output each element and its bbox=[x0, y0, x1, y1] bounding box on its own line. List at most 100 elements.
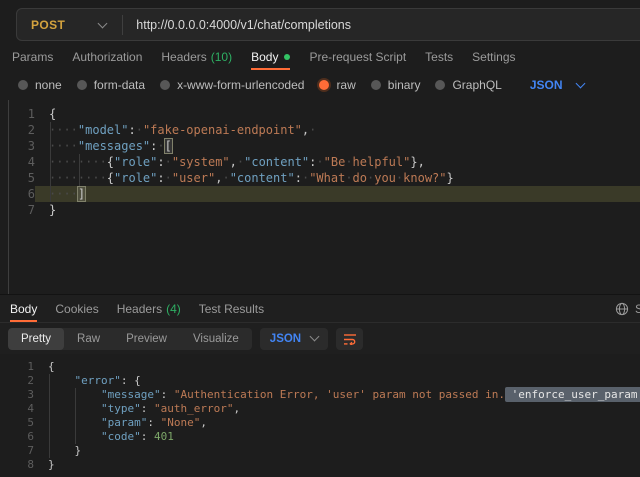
tab-label: Authorization bbox=[72, 50, 142, 64]
response-tab-test-results[interactable]: Test Results bbox=[199, 295, 264, 322]
code-line-7: 7} bbox=[9, 202, 640, 218]
line-number: 6 bbox=[9, 186, 35, 202]
line-number: 3 bbox=[8, 388, 34, 402]
body-type-label: raw bbox=[336, 78, 355, 92]
line-number: 5 bbox=[9, 170, 35, 186]
tab-label: Headers bbox=[161, 50, 206, 64]
request-language-label: JSON bbox=[530, 78, 563, 92]
response-tabs-row: Body Cookies Headers(4) Test Results S bbox=[0, 294, 640, 323]
line-content: { bbox=[34, 360, 640, 374]
line-number: 7 bbox=[9, 202, 35, 218]
tab-headers[interactable]: Headers (10) bbox=[161, 43, 232, 70]
line-number: 7 bbox=[8, 444, 34, 458]
request-language-selector[interactable]: JSON bbox=[530, 78, 584, 92]
code-line-5: 5········{"role":·"user",·"content":·"Wh… bbox=[9, 170, 640, 186]
line-number: 8 bbox=[8, 458, 34, 472]
code-line-6: 6····] bbox=[9, 186, 640, 202]
radio-icon bbox=[160, 80, 170, 90]
tab-authorization[interactable]: Authorization bbox=[72, 43, 142, 70]
tab-tests[interactable]: Tests bbox=[425, 43, 453, 70]
unsaved-dot-icon bbox=[284, 54, 290, 60]
body-type-label: form-data bbox=[94, 78, 145, 92]
word-wrap-icon bbox=[343, 333, 357, 345]
body-type-label: GraphQL bbox=[452, 78, 501, 92]
body-type-label: binary bbox=[388, 78, 421, 92]
response-pane: Body Cookies Headers(4) Test Results S Pret… bbox=[0, 294, 640, 476]
body-type-graphql[interactable]: GraphQL bbox=[435, 78, 501, 92]
method-selector[interactable]: POST bbox=[17, 9, 122, 40]
request-tabs: Params Authorization Headers (10) Body Pre-re… bbox=[0, 43, 640, 70]
tab-settings[interactable]: Settings bbox=[472, 43, 515, 70]
line-number: 6 bbox=[8, 430, 34, 444]
view-tab-preview[interactable]: Preview bbox=[113, 328, 180, 350]
radio-icon bbox=[319, 80, 329, 90]
code-line-1: 1{ bbox=[8, 360, 640, 374]
url-input[interactable]: http://0.0.0.0:4000/v1/chat/completions bbox=[136, 18, 351, 32]
indent-guide bbox=[49, 374, 50, 458]
globe-icon[interactable] bbox=[615, 302, 629, 316]
response-header-right: S bbox=[615, 295, 640, 322]
line-content: "code": 401 bbox=[34, 430, 640, 444]
line-number: 3 bbox=[9, 138, 35, 154]
response-language-label: JSON bbox=[270, 333, 301, 345]
url-bar: POST http://0.0.0.0:4000/v1/chat/complet… bbox=[16, 8, 640, 41]
line-content: } bbox=[34, 444, 640, 458]
view-tab-visualize[interactable]: Visualize bbox=[180, 328, 252, 350]
word-wrap-button[interactable] bbox=[336, 328, 363, 350]
line-number: 4 bbox=[8, 402, 34, 416]
radio-icon bbox=[371, 80, 381, 90]
chevron-down-icon bbox=[310, 332, 320, 342]
response-language-selector[interactable]: JSON bbox=[260, 328, 328, 350]
divider bbox=[122, 15, 123, 35]
code-line-2: 2····"model":·"fake-openai-endpoint",· bbox=[9, 122, 640, 138]
line-number: 5 bbox=[8, 416, 34, 430]
body-type-binary[interactable]: binary bbox=[371, 78, 421, 92]
chevron-down-icon bbox=[575, 78, 585, 88]
line-number: 4 bbox=[9, 154, 35, 170]
tab-label: Body bbox=[10, 302, 37, 316]
body-type-none[interactable]: none bbox=[18, 78, 62, 92]
code-line-4: 4 "type": "auth_error", bbox=[8, 402, 640, 416]
radio-icon bbox=[435, 80, 445, 90]
body-type-x-www-form-urlencoded[interactable]: x-www-form-urlencoded bbox=[160, 78, 304, 92]
view-tab-pretty[interactable]: Pretty bbox=[8, 328, 64, 350]
line-number: 2 bbox=[8, 374, 34, 388]
tab-label: Settings bbox=[472, 50, 515, 64]
tab-pre-request-script[interactable]: Pre-request Script bbox=[309, 43, 406, 70]
code-line-2: 2 "error": { bbox=[8, 374, 640, 388]
line-number: 2 bbox=[9, 122, 35, 138]
body-type-radios: none form-data x-www-form-urlencoded raw bin… bbox=[18, 78, 502, 92]
indent-guide bbox=[50, 122, 51, 202]
tab-label: Body bbox=[251, 50, 278, 64]
tab-params[interactable]: Params bbox=[12, 43, 53, 70]
response-tab-body[interactable]: Body bbox=[10, 295, 37, 322]
postman-app: { "request": { "method": "POST", "url": … bbox=[0, 8, 640, 477]
line-number: 1 bbox=[8, 360, 34, 374]
tab-label: Params bbox=[12, 50, 53, 64]
chevron-down-icon bbox=[98, 18, 108, 28]
code-line-1: 1{ bbox=[9, 106, 640, 122]
method-label: POST bbox=[31, 18, 65, 32]
response-view-switcher: PrettyRawPreviewVisualize bbox=[8, 328, 252, 350]
line-content: } bbox=[35, 202, 640, 218]
body-type-form-data[interactable]: form-data bbox=[77, 78, 145, 92]
body-type-label: none bbox=[35, 78, 62, 92]
line-content: "error": { bbox=[34, 374, 640, 388]
request-body-editor[interactable]: 1{2····"model":·"fake-openai-endpoint",·… bbox=[8, 100, 640, 294]
tab-count-badge: (10) bbox=[211, 50, 232, 64]
code-line-5: 5 "param": "None", bbox=[8, 416, 640, 430]
body-type-row: none form-data x-www-form-urlencoded raw bin… bbox=[0, 70, 640, 100]
response-tab-headers[interactable]: Headers(4) bbox=[117, 295, 181, 322]
radio-icon bbox=[77, 80, 87, 90]
line-content: ····"model":·"fake-openai-endpoint",· bbox=[35, 122, 640, 138]
tab-label: Tests bbox=[425, 50, 453, 64]
code-line-8: 8} bbox=[8, 458, 640, 472]
tab-body[interactable]: Body bbox=[251, 43, 290, 70]
code-line-7: 7 } bbox=[8, 444, 640, 458]
response-body-editor[interactable]: 1{2 "error": {3 "message": "Authenticati… bbox=[8, 354, 640, 476]
body-type-raw[interactable]: raw bbox=[319, 78, 355, 92]
view-tab-raw[interactable]: Raw bbox=[64, 328, 113, 350]
response-tab-cookies[interactable]: Cookies bbox=[55, 295, 98, 322]
line-content: { bbox=[35, 106, 640, 122]
radio-icon bbox=[18, 80, 28, 90]
